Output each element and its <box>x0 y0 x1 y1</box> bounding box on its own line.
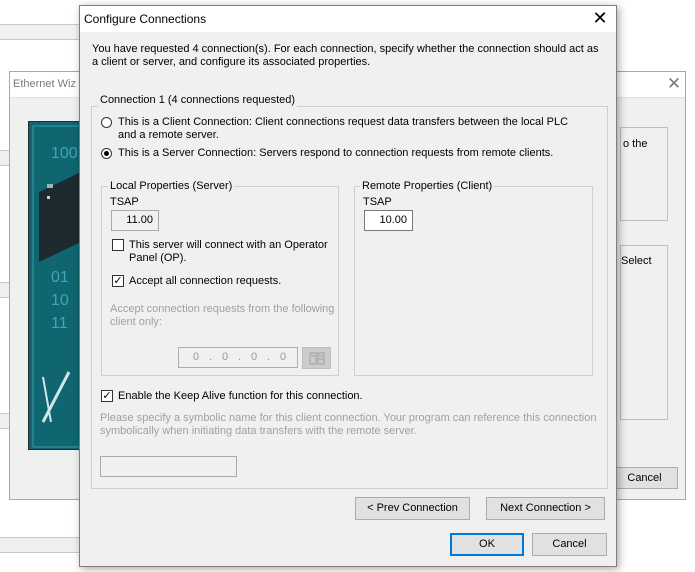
prev-connection-button[interactable]: < Prev Connection <box>355 497 470 520</box>
ip-octet: 0 <box>280 351 287 363</box>
wizard-art-digit: 01 <box>51 269 69 286</box>
client-connection-radio[interactable] <box>101 117 112 128</box>
background-strip <box>0 24 80 40</box>
local-tsap-label: TSAP <box>110 196 139 208</box>
wizard-close-icon[interactable]: ✕ <box>664 74 684 94</box>
wizard-art-digit: 100 <box>51 145 78 162</box>
wizard-art-digit: 11 <box>51 315 68 332</box>
local-properties-label: Local Properties (Server) <box>108 180 235 193</box>
next-connection-button[interactable]: Next Connection > <box>486 497 605 520</box>
operator-panel-checkbox[interactable] <box>112 239 124 251</box>
close-icon[interactable]: ✕ <box>589 9 611 29</box>
keep-alive-checkbox[interactable]: ✓ <box>101 390 113 402</box>
operator-panel-label: This server will connect with an Operato… <box>129 239 328 264</box>
remote-properties-label: Remote Properties (Client) <box>360 180 495 193</box>
client-ip-address-field: 0 . 0 . 0 . 0 <box>178 347 298 368</box>
accept-all-checkbox[interactable]: ✓ <box>112 275 124 287</box>
client-connection-label: This is a Client Connection: Client conn… <box>118 116 569 141</box>
wizard-title: Ethernet Wiz <box>13 78 76 90</box>
address-book-button <box>302 347 331 369</box>
wizard-side-text: o the <box>623 138 648 150</box>
keep-alive-label: Enable the Keep Alive function for this … <box>118 390 363 402</box>
ip-dot: . <box>267 351 271 363</box>
dialog-title: Configure Connections <box>84 12 207 26</box>
remote-tsap-label: TSAP <box>363 196 392 208</box>
local-tsap-field[interactable]: 11.00 <box>111 210 159 231</box>
background-strip <box>0 537 80 553</box>
server-connection-label: This is a Server Connection: Servers res… <box>118 147 554 159</box>
ok-button[interactable]: OK <box>450 533 524 556</box>
wizard-info-group: o the <box>620 127 668 221</box>
accept-all-label: Accept all connection requests. <box>129 275 282 287</box>
remote-tsap-field[interactable]: 10.00 <box>364 210 413 231</box>
connection-group-label: Connection 1 (4 connections requested) <box>98 94 298 107</box>
cancel-button[interactable]: Cancel <box>532 533 607 556</box>
wizard-cancel-button[interactable]: Cancel <box>611 467 678 489</box>
ip-octet: 0 <box>193 351 200 363</box>
ip-dot: . <box>238 351 242 363</box>
address-book-icon <box>309 352 324 365</box>
wizard-side-text: Select <box>621 255 652 267</box>
ip-octet: 0 <box>222 351 229 363</box>
configure-connections-dialog: Configure Connections ✕ You have request… <box>79 5 617 567</box>
symbolic-name-help: Please specify a symbolic name for this … <box>100 412 597 437</box>
wizard-art-digit: 10 <box>51 292 69 309</box>
server-connection-radio[interactable] <box>101 148 112 159</box>
ip-octet: 0 <box>251 351 258 363</box>
accept-from-label: Accept connection requests from the foll… <box>110 303 335 328</box>
dialog-titlebar: Configure Connections ✕ <box>80 6 616 32</box>
wizard-select-group: Select <box>620 245 668 420</box>
symbolic-name-field <box>100 456 237 477</box>
ip-dot: . <box>209 351 213 363</box>
intro-text: You have requested 4 connection(s). For … <box>92 43 599 68</box>
